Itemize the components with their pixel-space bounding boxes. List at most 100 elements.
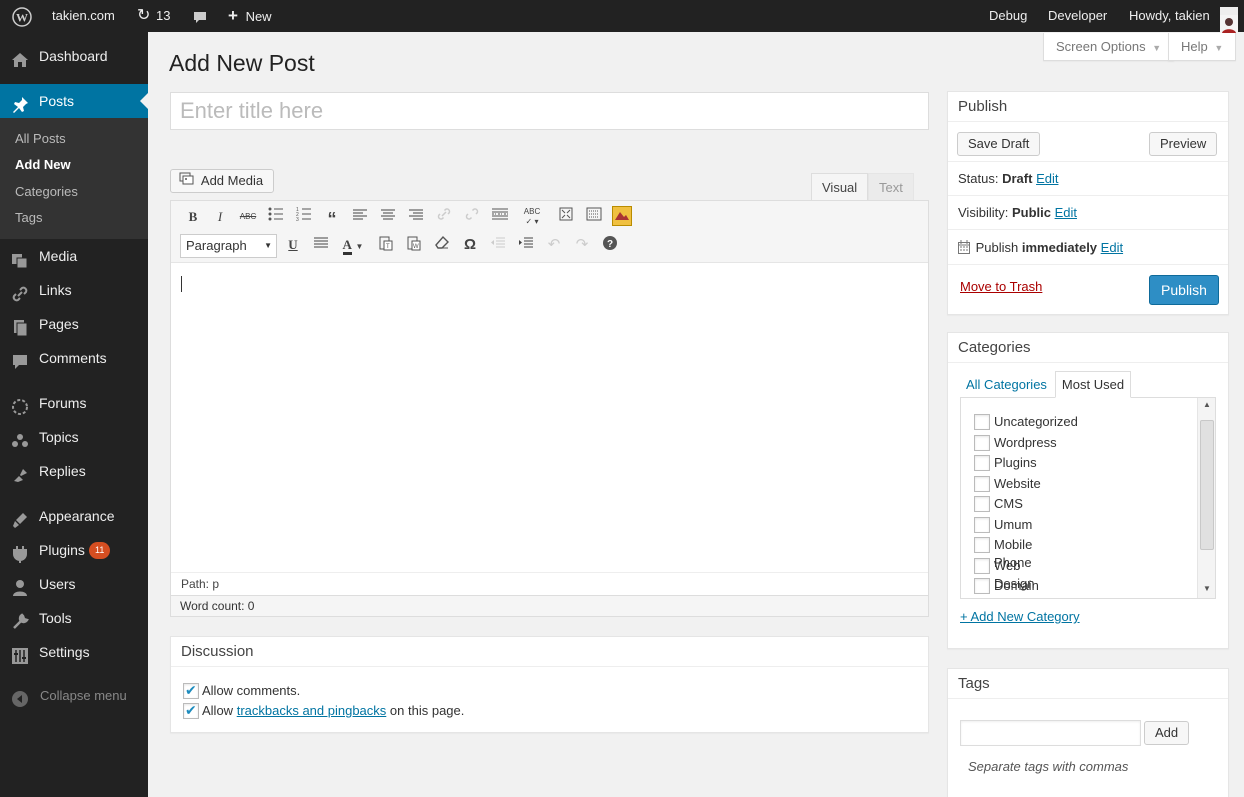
menu-comments[interactable]: Comments: [0, 341, 148, 375]
menu-dashboard[interactable]: Dashboard: [0, 39, 148, 73]
trackbacks-link[interactable]: trackbacks and pingbacks: [237, 703, 387, 718]
underline-icon[interactable]: U: [283, 235, 303, 255]
submenu-tags[interactable]: Tags: [15, 210, 42, 225]
menu-label: Replies: [39, 463, 86, 479]
toolbar-toggle-icon[interactable]: [584, 207, 604, 227]
wordpress-logo-icon[interactable]: W: [12, 0, 32, 32]
updates-link[interactable]: ↻ 13: [137, 0, 171, 32]
edit-schedule-link[interactable]: Edit: [1101, 240, 1123, 255]
image-plugin-icon[interactable]: [612, 206, 632, 226]
tab-most-used[interactable]: Most Used: [1055, 371, 1131, 398]
menu-links[interactable]: Links: [0, 273, 148, 307]
paste-from-word-icon[interactable]: W: [404, 235, 424, 255]
paste-as-text-icon[interactable]: T: [376, 235, 396, 255]
menu-appearance[interactable]: Appearance: [0, 499, 148, 533]
add-new-category-link[interactable]: + Add New Category: [960, 609, 1080, 624]
comments-bubble-icon[interactable]: [192, 0, 208, 32]
menu-plugins[interactable]: Plugins 11: [0, 533, 148, 567]
developer-link[interactable]: Developer: [1048, 0, 1107, 32]
add-tag-button[interactable]: Add: [1144, 721, 1190, 745]
clear-formatting-icon[interactable]: [432, 235, 452, 255]
insert-link-icon[interactable]: [434, 207, 454, 227]
redo-icon[interactable]: ↷: [572, 235, 592, 255]
account-menu[interactable]: Howdy, takien: [1129, 0, 1210, 32]
menu-users[interactable]: Users: [0, 567, 148, 601]
category-checkbox[interactable]: [974, 434, 990, 451]
menu-media[interactable]: Media: [0, 239, 148, 273]
special-character-icon[interactable]: Ω: [460, 235, 480, 255]
italic-icon[interactable]: I: [210, 207, 230, 227]
strikethrough-icon[interactable]: ABC: [238, 207, 258, 227]
move-to-trash-link[interactable]: Move to Trash: [960, 279, 1042, 294]
scroll-up-arrow-icon[interactable]: ▲: [1203, 400, 1211, 409]
screen-options-button[interactable]: Screen Options ▼: [1043, 33, 1175, 61]
format-select-value: Paragraph: [186, 238, 247, 253]
scroll-down-arrow-icon[interactable]: ▼: [1203, 584, 1211, 593]
replies-icon: [11, 462, 29, 482]
tab-visual[interactable]: Visual: [811, 173, 869, 201]
discussion-title: Discussion: [171, 637, 928, 667]
add-media-button[interactable]: Add Media: [170, 169, 275, 193]
allow-comments-checkbox[interactable]: [183, 682, 199, 699]
bullet-list-icon[interactable]: [266, 207, 286, 227]
menu-settings[interactable]: Settings: [0, 635, 148, 669]
category-checkbox[interactable]: [974, 455, 990, 471]
menu-pages[interactable]: Pages: [0, 307, 148, 341]
scroll-thumb[interactable]: [1200, 420, 1214, 550]
category-checkbox[interactable]: [974, 578, 990, 594]
align-right-icon[interactable]: [406, 207, 426, 227]
category-label: Umum: [994, 516, 1033, 532]
tag-input[interactable]: [960, 720, 1141, 746]
tab-all-categories[interactable]: All Categories: [966, 377, 1047, 392]
blockquote-icon[interactable]: “: [322, 207, 342, 229]
site-name-link[interactable]: takien.com: [52, 0, 115, 32]
spellcheck-icon[interactable]: ABC ✓ ▾: [517, 207, 547, 227]
avatar[interactable]: [1220, 7, 1238, 33]
tags-title: Tags: [948, 669, 1228, 699]
align-center-icon[interactable]: [378, 207, 398, 227]
allow-pings-checkbox[interactable]: [183, 702, 199, 719]
category-checkbox[interactable]: [974, 537, 990, 553]
publish-button[interactable]: Publish: [1149, 275, 1219, 305]
post-title-input[interactable]: Enter title here: [170, 92, 929, 130]
menu-posts[interactable]: Posts: [0, 84, 148, 118]
help-button[interactable]: Help ▼: [1168, 33, 1237, 61]
align-left-icon[interactable]: [350, 207, 370, 227]
pushpin-icon: [11, 92, 29, 113]
menu-topics[interactable]: Topics: [0, 420, 148, 454]
keyboard-shortcuts-help-icon[interactable]: ?: [600, 235, 620, 255]
submenu-add-new[interactable]: Add New: [15, 157, 71, 172]
edit-status-link[interactable]: Edit: [1036, 171, 1058, 186]
category-checkbox[interactable]: [974, 414, 990, 430]
format-select[interactable]: Paragraph ▼: [180, 234, 277, 258]
menu-replies[interactable]: Replies: [0, 454, 148, 488]
numbered-list-icon[interactable]: 123: [294, 207, 314, 227]
menu-forums[interactable]: Forums: [0, 386, 148, 420]
category-checkbox[interactable]: [974, 475, 990, 492]
preview-button[interactable]: Preview: [1149, 132, 1218, 156]
outdent-icon[interactable]: [488, 235, 508, 255]
submenu-all-posts[interactable]: All Posts: [15, 131, 66, 146]
category-checkbox[interactable]: [974, 557, 990, 574]
plugins-update-badge: 11: [89, 542, 111, 559]
fullscreen-icon[interactable]: [556, 207, 576, 227]
read-more-icon[interactable]: [490, 207, 510, 227]
category-scrollbar[interactable]: ▲ ▼: [1197, 398, 1215, 598]
debug-link[interactable]: Debug: [989, 0, 1027, 32]
menu-tools[interactable]: Tools: [0, 601, 148, 635]
bold-icon[interactable]: B: [183, 207, 203, 227]
category-checkbox[interactable]: [974, 496, 990, 512]
submenu-categories[interactable]: Categories: [15, 184, 78, 199]
save-draft-button[interactable]: Save Draft: [957, 132, 1041, 156]
undo-icon[interactable]: ↶: [544, 235, 564, 255]
svg-text:3: 3: [296, 217, 299, 221]
justify-icon[interactable]: [311, 235, 331, 255]
text-color-icon[interactable]: A ▼: [337, 235, 369, 255]
category-checkbox[interactable]: [974, 516, 990, 533]
unlink-icon[interactable]: [462, 207, 482, 227]
tab-text[interactable]: Text: [868, 173, 914, 201]
indent-icon[interactable]: [516, 235, 536, 255]
new-content-link[interactable]: + New: [228, 0, 272, 32]
edit-visibility-link[interactable]: Edit: [1055, 205, 1077, 220]
collapse-menu-button[interactable]: Collapse menu: [0, 679, 148, 713]
